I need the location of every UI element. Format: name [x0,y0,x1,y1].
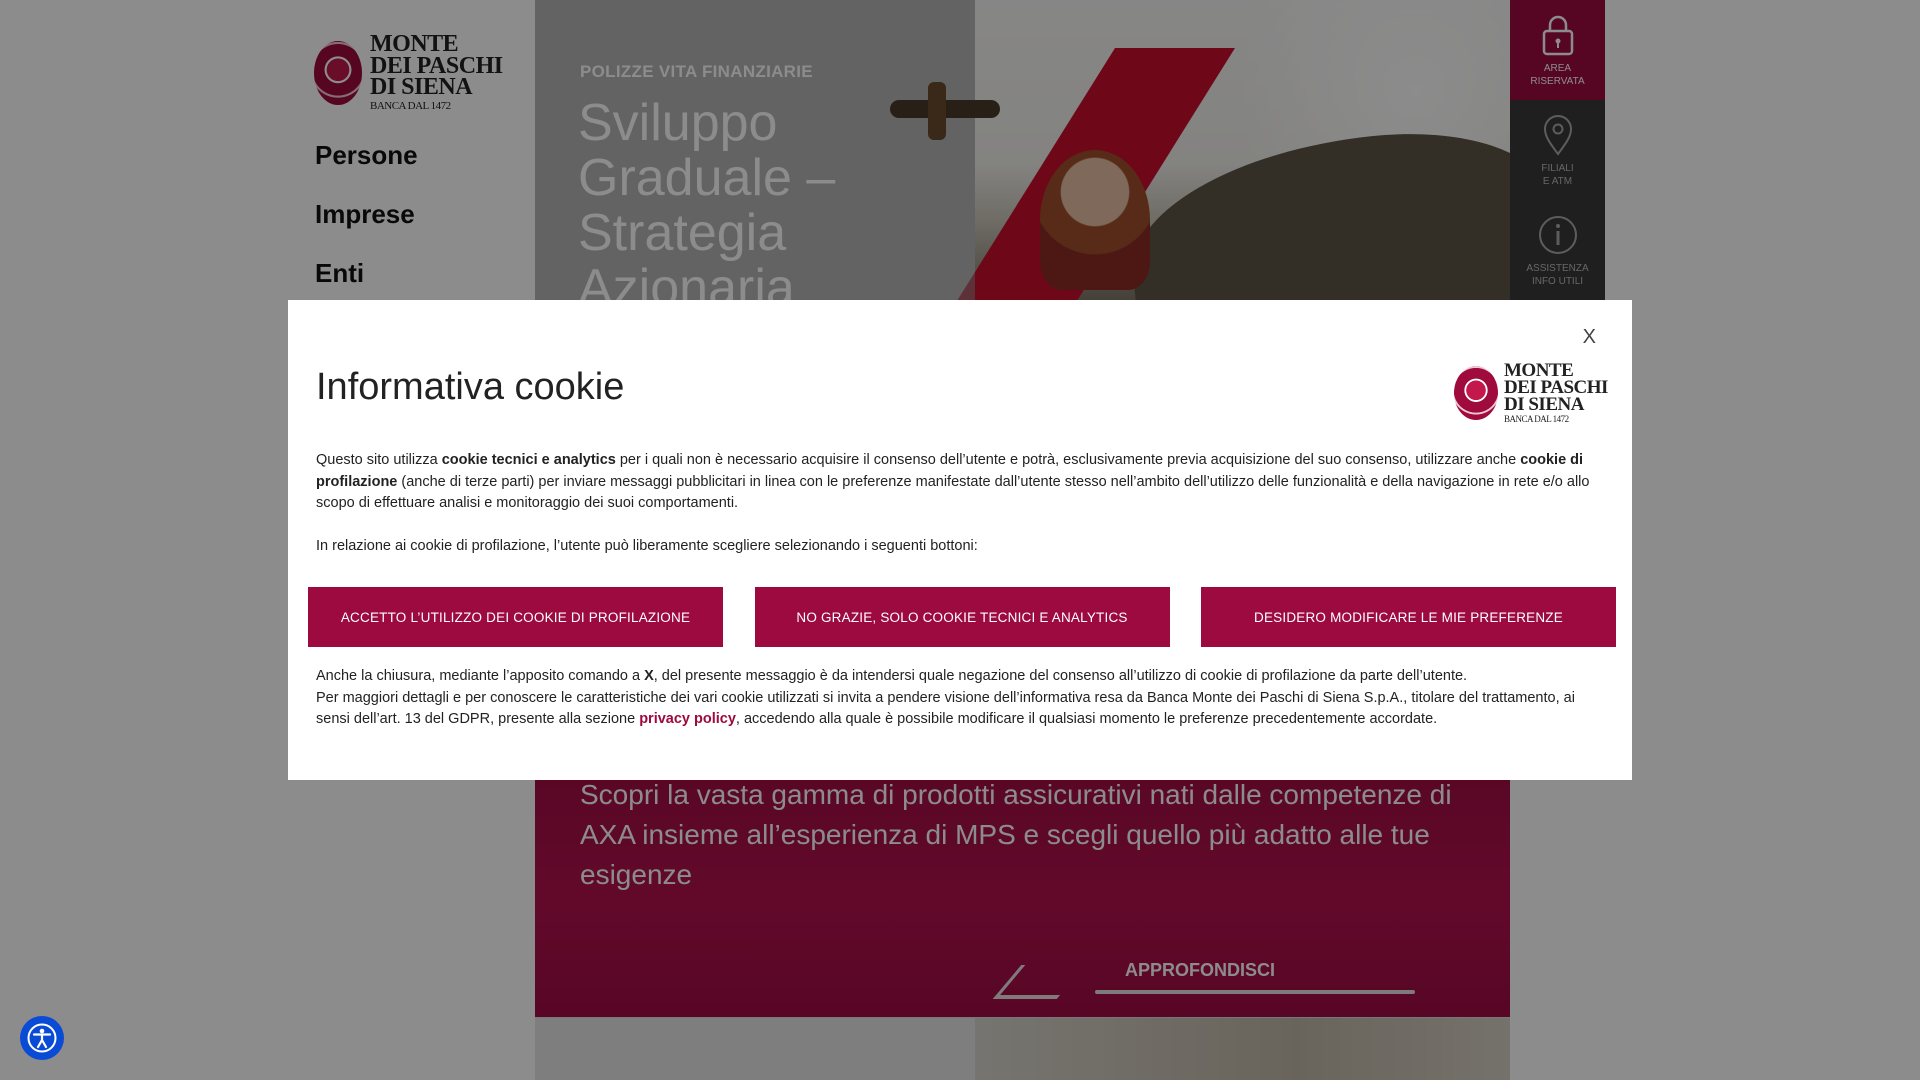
modal-mps-logo: MONTE DEI PASCHI DI SIENA BANCA DAL 1472 [1454,360,1608,425]
modify-preferences-button[interactable]: DESIDERO MODIFICARE LE MIE PREFERENZE [1201,587,1616,647]
cookie-paragraph-2: In relazione ai cookie di profilazione, … [316,537,978,554]
cookie-modal: X Informativa cookie MONTE DEI PASCHI DI… [288,300,1632,780]
privacy-policy-link[interactable]: privacy policy [639,711,736,727]
close-button[interactable]: X [1583,326,1596,349]
accessibility-button[interactable] [20,1016,64,1060]
cookie-buttons: ACCETTO L’UTILIZZO DEI COOKIE DI PROFILA… [308,587,1616,647]
logo-wordmark: MONTE DEI PASCHI DI SIENA BANCA DAL 1472 [1504,360,1608,425]
cookie-footer-text: Anche la chiusura, mediante l’apposito c… [316,668,1575,727]
accessibility-icon [27,1023,57,1053]
mps-seal-icon [1454,365,1498,420]
cookie-description: Questo sito utilizza cookie tecnici e an… [316,450,1606,557]
cookie-paragraph-1: Questo sito utilizza cookie tecnici e an… [316,452,1590,511]
accept-profiling-button[interactable]: ACCETTO L’UTILIZZO DEI COOKIE DI PROFILA… [308,587,723,647]
technical-only-button[interactable]: NO GRAZIE, SOLO COOKIE TECNICI E ANALYTI… [754,587,1170,647]
modal-title: Informativa cookie [316,366,625,408]
